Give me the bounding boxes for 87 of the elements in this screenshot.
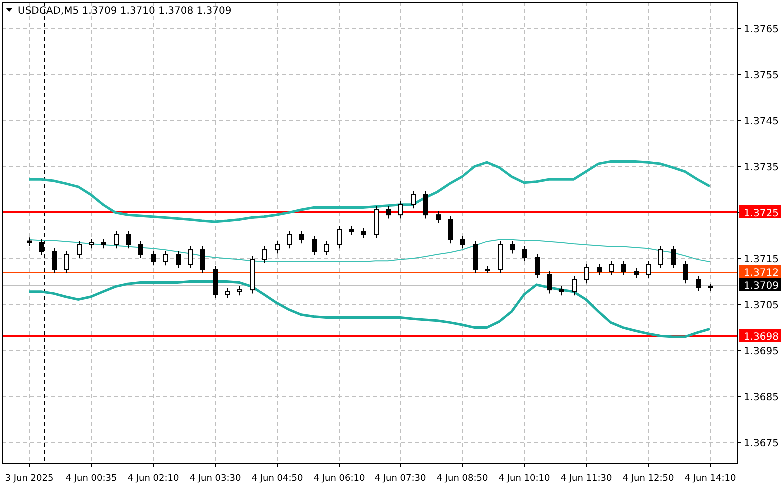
candlestick [547, 270, 552, 294]
candlestick [473, 240, 478, 274]
candlestick [646, 260, 651, 280]
price-axis-label: 1.3675 [744, 438, 779, 450]
candlestick [683, 260, 688, 284]
candlestick [510, 240, 515, 254]
candlestick [671, 246, 676, 269]
candlestick [101, 238, 106, 250]
candlestick [163, 250, 168, 266]
candlestick [361, 227, 366, 240]
candlestick [498, 240, 503, 274]
time-axis-label: 4 Jun 08:50 [436, 474, 488, 484]
time-axis-label: 4 Jun 03:30 [190, 474, 242, 484]
candlestick [423, 190, 428, 220]
time-axis-label: 4 Jun 02:10 [128, 474, 180, 484]
candlestick [299, 230, 304, 244]
candlestick [658, 246, 663, 269]
candlestick [572, 276, 577, 296]
candlestick [597, 264, 602, 276]
time-axis-label: 4 Jun 07:30 [374, 474, 426, 484]
time-axis-label: 4 Jun 00:35 [66, 474, 118, 484]
candlestick [176, 250, 181, 269]
candlestick [225, 288, 230, 299]
candlestick [126, 230, 131, 250]
price-tag: 1.3712 [739, 266, 781, 279]
price-axis-label: 1.3735 [744, 162, 779, 174]
candlestick [275, 240, 280, 254]
candlestick [89, 238, 94, 250]
candlestick [436, 210, 441, 224]
price-axis-label: 1.3745 [744, 116, 779, 128]
ref-line-label: 1.3712 [744, 268, 779, 279]
candlestick [349, 226, 354, 236]
price-axis-label: 1.3755 [744, 70, 779, 82]
candlestick [138, 240, 143, 259]
candlestick [485, 266, 490, 274]
candlestick [27, 237, 32, 247]
dropdown-triangle-icon[interactable] [6, 8, 13, 12]
candlestick [151, 250, 156, 266]
candlestick [237, 286, 242, 296]
candlestick [52, 248, 57, 274]
candlestick [609, 260, 614, 276]
chart-title: USDCAD,M5 1.3709 1.3710 1.3708 1.3709 [18, 6, 232, 17]
candlestick [374, 206, 379, 240]
price-tag: 1.3709 [739, 278, 781, 292]
time-axis-label: 4 Jun 10:10 [498, 474, 550, 484]
candlestick [200, 246, 205, 274]
candlestick [386, 206, 391, 220]
price-tag: 1.3698 [739, 330, 781, 343]
price-axis-label: 1.3705 [744, 300, 779, 312]
candlestick [287, 230, 292, 250]
candlestick [324, 240, 329, 256]
candlestick [262, 246, 267, 264]
time-axis-label: 4 Jun 06:10 [314, 474, 366, 484]
time-axis-label: 4 Jun 12:50 [622, 474, 674, 484]
candlestick [696, 276, 701, 292]
candlestick [114, 230, 119, 250]
time-axis-label: 4 Jun 11:30 [560, 474, 612, 484]
candlestick [39, 238, 44, 256]
ref-line-label: 1.3709 [744, 281, 779, 292]
candlestick [398, 200, 403, 220]
candlestick [535, 254, 540, 280]
time-axis-label: 3 Jun 2025 [5, 474, 54, 484]
candlestick [559, 286, 564, 296]
candlestick [250, 256, 255, 294]
candlestick [411, 190, 416, 210]
candlestick [522, 246, 527, 262]
price-axis-label: 1.3695 [744, 346, 779, 358]
price-axis-label: 1.3685 [744, 392, 779, 404]
time-axis-label: 4 Jun 14:10 [684, 474, 736, 484]
candlestick [213, 266, 218, 299]
candlestick [188, 246, 193, 269]
price-axis-label: 1.3765 [744, 24, 779, 36]
price-axis-label: 1.3715 [744, 254, 779, 266]
y-tick-label: 1.3725 [744, 208, 779, 220]
candlestick [584, 264, 589, 284]
candlestick [634, 267, 639, 280]
candlestick [337, 226, 342, 250]
candlestick [312, 236, 317, 256]
price-tag: 1.3725 [739, 206, 781, 220]
candlestick [77, 240, 82, 259]
candlestick [708, 284, 713, 292]
ref-line-label: 1.3698 [744, 332, 779, 343]
time-axis-label: 4 Jun 04:50 [252, 474, 304, 484]
candlestick [448, 215, 453, 244]
candlestick [64, 250, 69, 274]
candlestick [621, 260, 626, 276]
candlestick [460, 236, 465, 250]
